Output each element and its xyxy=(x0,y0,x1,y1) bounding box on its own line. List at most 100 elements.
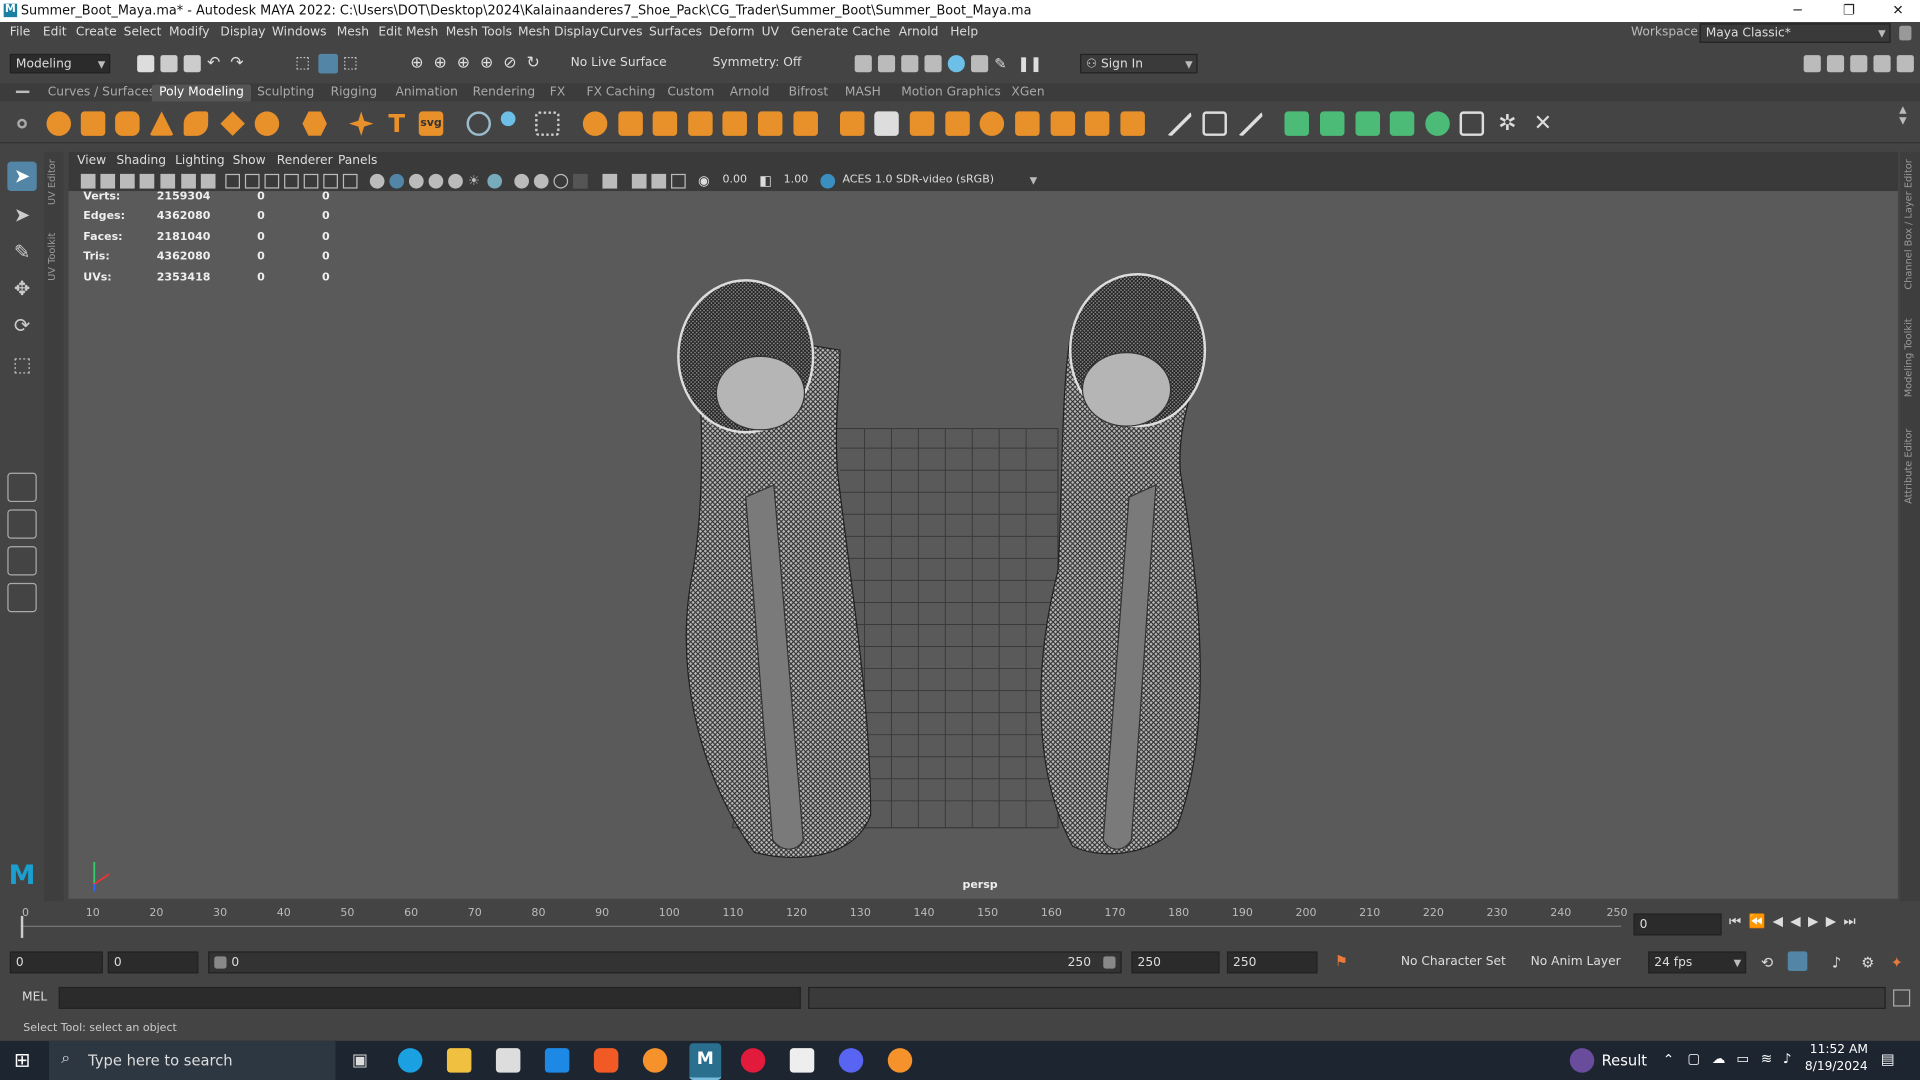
panel-menu-panels[interactable]: Panels xyxy=(338,154,377,167)
animation-end-field[interactable]: 250 xyxy=(1226,951,1318,974)
mirror-icon[interactable] xyxy=(652,111,678,136)
uv-planar-icon[interactable] xyxy=(1284,111,1309,136)
command-language-label[interactable]: MEL xyxy=(22,991,47,1004)
menu-set-dropdown[interactable]: Modeling ▼ xyxy=(9,53,111,74)
lock-icon[interactable] xyxy=(1899,25,1912,41)
tab-bifrost[interactable]: Bifrost xyxy=(781,84,835,101)
soft-select-icon[interactable] xyxy=(535,111,560,136)
blender-icon[interactable] xyxy=(642,1048,668,1073)
microsoft-store-icon[interactable] xyxy=(495,1048,521,1073)
step-back-frame-icon[interactable]: ◀ xyxy=(1773,913,1791,929)
side-tab-uv-editor[interactable]: UV Editor xyxy=(47,159,58,205)
tab-arnold[interactable]: Arnold xyxy=(722,84,776,101)
menu-deform[interactable]: Deform xyxy=(709,26,755,39)
grease-pencil-icon[interactable] xyxy=(160,173,176,189)
redo-icon[interactable]: ↷ xyxy=(230,54,247,72)
menu-mesh-tools[interactable]: Mesh Tools xyxy=(446,26,512,39)
playback-controls[interactable]: ⏮⏪◀◀▶▶⏭ xyxy=(1729,913,1863,930)
menu-windows[interactable]: Windows xyxy=(272,26,327,39)
xray-joints-icon[interactable] xyxy=(631,173,647,189)
result-app-icon[interactable] xyxy=(1569,1048,1595,1073)
bridge-icon[interactable] xyxy=(874,111,899,136)
lights-icon[interactable]: ☀ xyxy=(468,173,483,189)
menu-modify[interactable]: Modify xyxy=(169,26,210,39)
field-chart-icon[interactable] xyxy=(303,173,319,189)
panel-menu-show[interactable]: Show xyxy=(233,154,266,167)
retopo-icon[interactable] xyxy=(793,111,818,136)
windows-start-icon[interactable]: ⊞ xyxy=(10,1048,34,1072)
uv-spherical-icon[interactable] xyxy=(1355,111,1381,136)
channel-box-icon[interactable] xyxy=(1896,55,1914,73)
move-tool-icon[interactable]: ✥ xyxy=(7,274,36,303)
battery-icon[interactable]: ▭ xyxy=(1736,1051,1749,1067)
viewport-persp[interactable]: Verts: 2159304 0 0 Edges: 4362080 0 0 Fa… xyxy=(68,191,1898,899)
isolate-select-icon[interactable] xyxy=(602,173,618,189)
select-paint-icon[interactable] xyxy=(500,111,516,127)
wedge-icon[interactable] xyxy=(1050,111,1076,136)
render-current-frame-icon[interactable] xyxy=(854,55,872,73)
lasso-tool-icon[interactable]: ➤ xyxy=(7,201,36,230)
animation-prefs-icon[interactable]: ⚙ xyxy=(1861,954,1874,971)
loop-icon[interactable]: ⟲ xyxy=(1761,954,1773,971)
smooth-shade-icon[interactable] xyxy=(389,173,405,189)
panel-menu-lighting[interactable]: Lighting xyxy=(175,154,224,167)
playhead[interactable] xyxy=(20,915,24,938)
tab-fx[interactable]: FX xyxy=(542,84,572,101)
live-surface-field[interactable]: No Live Surface xyxy=(565,53,672,74)
snap-point-icon[interactable]: ⊕ xyxy=(457,54,474,72)
xray-icon[interactable] xyxy=(448,173,463,189)
go-to-end-icon[interactable]: ⏭ xyxy=(1843,913,1862,929)
snap-grid-icon[interactable]: ⊕ xyxy=(410,54,427,72)
target-weld-icon[interactable] xyxy=(1202,111,1227,136)
tab-rigging[interactable]: Rigging xyxy=(323,84,384,101)
maya-taskbar-icon[interactable]: M xyxy=(689,1043,722,1080)
cache-playback-icon[interactable] xyxy=(1787,951,1808,972)
character-set-dropdown[interactable]: No Character Set xyxy=(1395,951,1514,974)
separate-icon[interactable] xyxy=(618,111,643,136)
menu-cache[interactable]: Cache xyxy=(852,26,890,39)
textured-icon[interactable] xyxy=(428,173,444,189)
select-by-hierarchy-icon[interactable]: ⬚ xyxy=(295,54,312,72)
gamma-icon[interactable]: ◧ xyxy=(759,173,774,189)
snap-live-icon[interactable]: ⊘ xyxy=(503,54,520,72)
new-scene-icon[interactable] xyxy=(137,55,155,73)
select-lasso-icon[interactable] xyxy=(466,111,492,136)
type-text-icon[interactable]: T xyxy=(384,111,408,135)
bevel-icon[interactable] xyxy=(909,111,935,136)
open-scene-icon[interactable] xyxy=(160,55,178,73)
outliner-icon[interactable] xyxy=(7,582,37,613)
discord-icon[interactable] xyxy=(838,1048,864,1073)
brave-browser-icon[interactable] xyxy=(593,1048,619,1073)
anim-layer-dropdown[interactable]: No Anim Layer xyxy=(1525,951,1634,974)
motion-blur-icon[interactable] xyxy=(533,173,549,189)
sound-icon[interactable]: ♪ xyxy=(1832,954,1841,971)
result-label[interactable]: Result xyxy=(1602,1052,1647,1069)
save-scene-icon[interactable] xyxy=(183,55,201,73)
xray-active-icon[interactable] xyxy=(651,173,667,189)
tab-sculpting[interactable]: Sculpting xyxy=(250,84,322,101)
play-forward-icon[interactable]: ▶ xyxy=(1808,913,1826,929)
script-editor-icon[interactable] xyxy=(1893,989,1911,1007)
depth-of-field-icon[interactable] xyxy=(573,173,588,189)
menu-select[interactable]: Select xyxy=(124,26,162,39)
tab-motion-graphics[interactable]: Motion Graphics xyxy=(894,84,1008,101)
menu-edit-mesh[interactable]: Edit Mesh xyxy=(378,26,438,39)
side-tab-channel-box[interactable]: Channel Box / Layer Editor xyxy=(1903,159,1914,289)
panel-menu-shading[interactable]: Shading xyxy=(116,154,166,167)
marvelous-designer-icon[interactable] xyxy=(740,1048,766,1073)
menu-display[interactable]: Display xyxy=(220,26,265,39)
network-tray-icon[interactable]: ▢ xyxy=(1687,1051,1700,1067)
extrude-icon[interactable] xyxy=(840,111,865,136)
resolution-gate-icon[interactable] xyxy=(264,173,280,189)
uv-cut-icon[interactable]: ✕ xyxy=(1531,111,1555,135)
bookmark-icon[interactable] xyxy=(120,173,135,189)
snap-rotate-icon[interactable]: ↻ xyxy=(527,54,544,72)
color-management-icon[interactable] xyxy=(820,173,836,189)
film-gate-icon[interactable] xyxy=(244,173,260,189)
step-forward-frame-icon[interactable]: ▶ xyxy=(1826,913,1844,929)
menu-mesh[interactable]: Mesh xyxy=(337,26,369,39)
snap-curve-icon[interactable]: ⊕ xyxy=(433,54,450,72)
volume-icon[interactable]: ♪ xyxy=(1783,1051,1792,1067)
attribute-editor-icon[interactable] xyxy=(1850,55,1868,73)
poly-cone-icon[interactable] xyxy=(149,111,174,136)
